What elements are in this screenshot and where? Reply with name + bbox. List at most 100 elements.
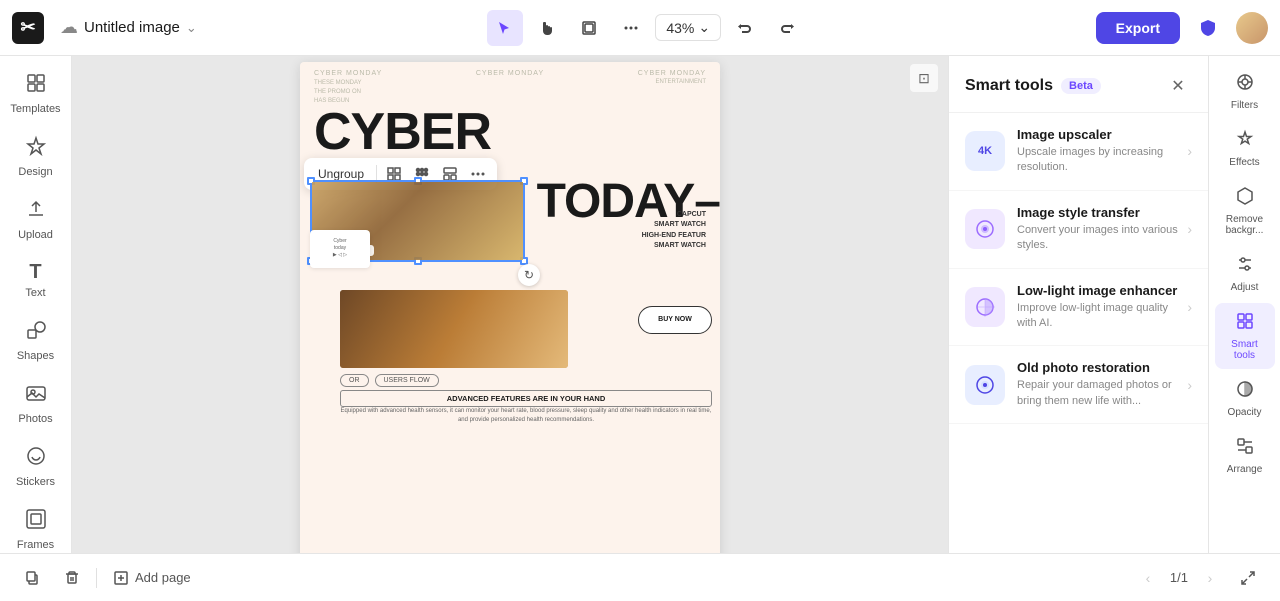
bottombar: Add page ‹ 1/1 › <box>0 553 1280 601</box>
page-next-button[interactable]: › <box>1196 564 1224 592</box>
photo-restoration-chevron-icon: › <box>1187 377 1192 393</box>
image-upscaler-text: Image upscaler Upscale images by increas… <box>1017 127 1187 176</box>
right-panel: Filters Effects Removebackgr... Adjust S… <box>1208 56 1280 553</box>
frames-label: Frames <box>17 539 54 551</box>
image-upscaler-chevron-icon: › <box>1187 143 1192 159</box>
style-transfer-desc: Convert your images into various styles. <box>1017 223 1187 254</box>
adjust-label: Adjust <box>1231 282 1259 293</box>
canvas-area: Page 1 ⊡ CYBER MONDAY CYBER MONDAY CYBER… <box>72 56 948 553</box>
buy-now-button[interactable]: BUY NOW <box>638 306 712 334</box>
page-count: 1/1 <box>1170 570 1188 585</box>
delete-button[interactable] <box>56 562 88 594</box>
right-panel-opacity[interactable]: Opacity <box>1215 371 1275 426</box>
shapes-label: Shapes <box>17 350 54 362</box>
watch-feature: HIGH-END FEATUR <box>642 231 706 242</box>
page-prev-button[interactable]: ‹ <box>1134 564 1162 592</box>
expand-button[interactable] <box>1232 562 1264 594</box>
smart-tools-icon <box>1235 311 1255 336</box>
upload-label: Upload <box>18 229 53 241</box>
left-sidebar: Templates Design Upload T Text Shapes <box>0 56 72 553</box>
text-label: Text <box>25 287 45 299</box>
smart-tools-title: Smart tools <box>965 77 1053 95</box>
smart-tools-close-button[interactable]: ✕ <box>1164 72 1192 100</box>
page-options-button[interactable]: ⊡ <box>910 64 938 92</box>
stickers-icon <box>25 445 47 473</box>
sidebar-item-templates[interactable]: Templates <box>6 64 66 123</box>
frame-options-button[interactable] <box>613 10 649 46</box>
cloud-icon: ☁ <box>60 17 78 38</box>
smart-tool-low-light[interactable]: Low-light image enhancer Improve low-lig… <box>949 269 1208 347</box>
document-title-area[interactable]: ☁ Untitled image ⌄ <box>60 17 197 38</box>
right-panel-remove-bg[interactable]: Removebackgr... <box>1215 178 1275 244</box>
sidebar-item-frames[interactable]: Frames <box>6 500 66 553</box>
style-transfer-text: Image style transfer Convert your images… <box>1017 205 1187 254</box>
frame-tool-button[interactable] <box>571 10 607 46</box>
smart-tool-style-transfer[interactable]: Image style transfer Convert your images… <box>949 191 1208 269</box>
image-upscaler-name: Image upscaler <box>1017 127 1187 142</box>
refresh-button[interactable]: ↻ <box>518 264 540 286</box>
topbar-center-tools: 43% ⌄ <box>205 10 1088 46</box>
select-tool-button[interactable] <box>487 10 523 46</box>
right-panel-effects[interactable]: Effects <box>1215 121 1275 176</box>
tag-users-flow: USERS FLOW <box>375 374 439 387</box>
smart-tools-panel: Smart tools Beta ✕ 4K Image upscaler Ups… <box>948 56 1208 553</box>
image-upscaler-desc: Upscale images by increasing resolution. <box>1017 145 1187 176</box>
redo-button[interactable] <box>769 10 805 46</box>
opacity-label: Opacity <box>1228 407 1262 418</box>
photos-label: Photos <box>18 413 52 425</box>
right-panel-adjust[interactable]: Adjust <box>1215 246 1275 301</box>
zoom-control[interactable]: 43% ⌄ <box>655 14 721 41</box>
user-avatar[interactable] <box>1236 12 1268 44</box>
zoom-value: 43% <box>666 20 694 36</box>
zoom-chevron-icon: ⌄ <box>698 19 710 36</box>
right-panel-arrange[interactable]: Arrange <box>1215 428 1275 483</box>
arrange-label: Arrange <box>1227 464 1263 475</box>
watch-subtitle: SMART WATCH <box>642 220 706 231</box>
hand-tool-button[interactable] <box>529 10 565 46</box>
subtitle-left: THESE MONDAYTHE PROMO ONHAS BEGUN <box>314 79 362 106</box>
add-page-label: Add page <box>135 570 191 585</box>
undo-button[interactable] <box>727 10 763 46</box>
sidebar-item-stickers[interactable]: Stickers <box>6 437 66 496</box>
photo-restoration-text: Old photo restoration Repair your damage… <box>1017 360 1187 409</box>
right-panel-smart-tools[interactable]: Smarttools <box>1215 303 1275 369</box>
export-button[interactable]: Export <box>1096 12 1180 44</box>
photo-restoration-name: Old photo restoration <box>1017 360 1187 375</box>
image-upscaler-icon: 4K <box>965 131 1005 171</box>
canvas-title-line1: CYBER <box>300 106 720 158</box>
sidebar-item-text[interactable]: T Text <box>6 253 66 307</box>
design-label: Design <box>18 166 52 178</box>
canvas-watch-info: CAPCUT SMART WATCH HIGH-END FEATUR SMART… <box>642 210 706 252</box>
canvas-header-row: CYBER MONDAY CYBER MONDAY CYBER MONDAY <box>300 62 720 79</box>
canvas-tags-row: OR USERS FLOW <box>340 374 439 387</box>
header-col-2: CYBER MONDAY <box>476 70 544 77</box>
arrange-icon <box>1235 436 1255 461</box>
upload-icon <box>25 198 47 226</box>
sidebar-item-shapes[interactable]: Shapes <box>6 311 66 370</box>
low-light-text: Low-light image enhancer Improve low-lig… <box>1017 283 1187 332</box>
canvas-page[interactable]: CYBER MONDAY CYBER MONDAY CYBER MONDAY T… <box>300 62 720 554</box>
remove-bg-label: Removebackgr... <box>1226 214 1264 236</box>
small-card-text: Cybertoday▶ ◁ ▷ <box>333 238 347 259</box>
shield-button[interactable] <box>1190 10 1226 46</box>
style-transfer-icon <box>965 209 1005 249</box>
sidebar-item-photos[interactable]: Photos <box>6 374 66 433</box>
main-area: Templates Design Upload T Text Shapes <box>0 56 1280 553</box>
remove-bg-icon <box>1235 186 1255 211</box>
sidebar-item-upload[interactable]: Upload <box>6 190 66 249</box>
photos-icon <box>25 382 47 410</box>
low-light-name: Low-light image enhancer <box>1017 283 1187 298</box>
text-icon: T <box>29 261 41 284</box>
sidebar-item-design[interactable]: Design <box>6 127 66 186</box>
smart-tool-image-upscaler[interactable]: 4K Image upscaler Upscale images by incr… <box>949 113 1208 191</box>
low-light-desc: Improve low-light image quality with AI. <box>1017 301 1187 332</box>
add-page-button[interactable]: Add page <box>105 566 199 590</box>
style-transfer-chevron-icon: › <box>1187 221 1192 237</box>
right-panel-filters[interactable]: Filters <box>1215 64 1275 119</box>
copy-button[interactable] <box>16 562 48 594</box>
header-col-3: CYBER MONDAY <box>638 70 706 77</box>
templates-icon <box>25 72 47 100</box>
app-logo: ✂ <box>12 12 44 44</box>
smart-tool-photo-restoration[interactable]: Old photo restoration Repair your damage… <box>949 346 1208 424</box>
smart-tools-title-row: Smart tools Beta <box>965 77 1101 95</box>
